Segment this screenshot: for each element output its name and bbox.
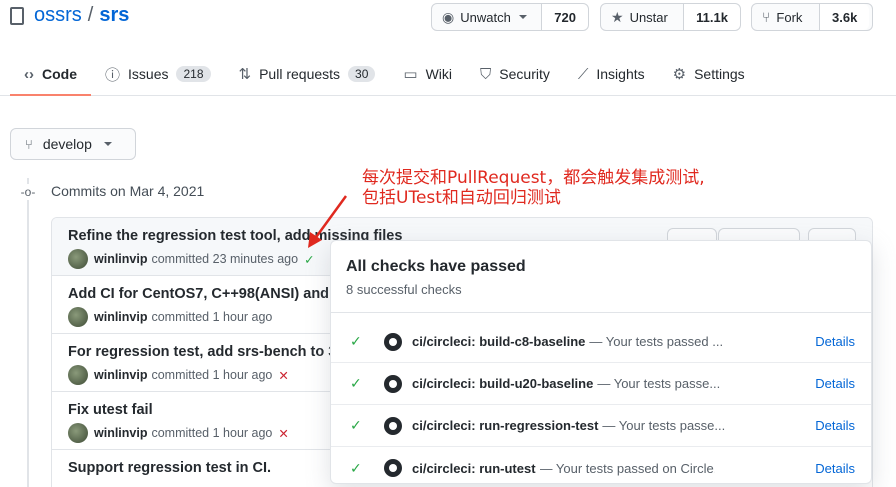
repo-separator: / [87,4,94,26]
check-details-link[interactable]: Details [815,418,855,433]
check-name: ci/circleci: run-regression-test [412,418,599,433]
chevron-down-icon [103,142,112,146]
check-details-link[interactable]: Details [815,461,855,476]
commit-author[interactable]: winlinvip [94,368,147,382]
popover-subtitle: 8 successful checks [346,282,462,297]
tab-label: Code [42,66,77,82]
star-icon: ★ [611,8,624,25]
fork-label: Fork [776,9,803,25]
gear-icon: ⚙ [672,66,687,83]
popover-title: All checks have passed [346,258,526,275]
stars-count[interactable]: 11.1k [684,4,740,30]
forks-count[interactable]: 3.6k [820,4,870,30]
branch-label: develop [42,136,92,152]
check-description: — Your tests passe... [602,418,726,433]
avatar[interactable] [68,365,88,385]
checks-popover: All checks have passed 8 successful chec… [330,240,872,484]
commits-date-heading: Commits on Mar 4, 2021 [51,183,205,199]
issues-counter: 218 [176,66,211,82]
check-item: ✓ ci/circleci: build-c8-baseline — Your … [331,321,871,363]
check-description: — Your tests passed on Circle... [539,460,715,476]
repo-header: ossrs / srs ◉ Unwatch 720 ★ Unstar 11.1k… [0,0,896,96]
commit-author[interactable]: winlinvip [94,310,147,324]
pull-requests-counter: 30 [348,66,376,82]
tab-wiki[interactable]: ▭ Wiki [389,52,466,96]
check-name: ci/circleci: build-c8-baseline [412,334,586,349]
circleci-icon [384,374,402,393]
tab-label: Issues [128,66,169,82]
fork-icon: ⑂ [762,9,771,25]
repo-tabs: ‹› Code ⓘ Issues 218 ⇅ Pull requests 30 … [10,52,759,96]
check-list: ✓ ci/circleci: build-c8-baseline — Your … [331,321,871,487]
x-icon[interactable]: ✕ [278,426,288,441]
tab-pull-requests[interactable]: ⇅ Pull requests 30 [225,52,390,96]
check-icon[interactable]: ✓ [304,252,314,267]
code-icon: ‹› [24,65,34,83]
repo-icon [10,6,24,25]
tab-security[interactable]: ⛉ Security [466,52,564,96]
circleci-icon [384,416,402,435]
commit-author[interactable]: winlinvip [94,252,147,266]
avatar[interactable] [68,423,88,443]
unstar-label: Unstar [629,9,668,25]
graph-icon: ⟋ [577,65,589,83]
pull-request-icon: ⇅ [238,66,252,83]
check-details-link[interactable]: Details [815,376,855,391]
fork-button[interactable]: ⑂ Fork [752,4,820,30]
eye-icon: ◉ [442,8,455,25]
fork-group: ⑂ Fork 3.6k [751,3,873,31]
check-description: — Your tests passed ... [589,334,724,349]
check-description: — Your tests passe... [597,376,721,391]
unwatch-label: Unwatch [460,9,511,25]
tab-issues[interactable]: ⓘ Issues 218 [91,52,225,96]
check-details-link[interactable]: Details [815,334,855,349]
check-icon: ✓ [350,459,362,476]
check-item: ✓ ci/circleci: build-u20-baseline — Your… [331,363,871,405]
circleci-icon [384,332,402,351]
book-icon: ▭ [403,66,418,83]
branch-icon: ⑂ [25,136,33,152]
unwatch-button[interactable]: ◉ Unwatch [432,4,543,30]
x-icon[interactable]: ✕ [278,368,288,383]
check-item: ✓ ci/circleci: run-utest — Your tests pa… [331,447,871,487]
commit-icon: -o- [20,184,36,200]
check-item: ✓ ci/circleci: run-regression-test — You… [331,405,871,447]
commit-time: committed 23 minutes ago [151,252,299,266]
star-group: ★ Unstar 11.1k [600,3,741,31]
tab-label: Insights [596,66,645,82]
tab-label: Pull requests [259,66,341,82]
check-icon: ✓ [350,417,362,433]
watch-group: ◉ Unwatch 720 [431,3,589,31]
tab-label: Security [499,66,550,82]
tab-settings[interactable]: ⚙ Settings [659,52,759,96]
avatar[interactable] [68,249,88,269]
branch-select-button[interactable]: ⑂ develop [10,128,136,160]
timeline-line [27,178,29,487]
repo-title: ossrs / srs [10,4,129,27]
commit-time: committed 1 hour ago [151,310,273,324]
tab-code[interactable]: ‹› Code [10,52,91,96]
watchers-count[interactable]: 720 [542,4,588,30]
repo-owner-link[interactable]: ossrs [34,4,82,27]
annotation-line-2: 包括UTest和自动回归测试 [362,188,561,208]
commit-time: committed 1 hour ago [151,368,273,382]
commit-time: committed 1 hour ago [151,426,273,440]
check-name: ci/circleci: run-utest [412,460,536,476]
annotation-text: 每次提交和PullRequest，都会触发集成测试, 包括UTest和自动回归测… [362,168,705,208]
tab-insights[interactable]: ⟋ Insights [564,52,659,96]
avatar[interactable] [68,307,88,327]
annotation-line-1: 每次提交和PullRequest，都会触发集成测试, [362,168,705,188]
check-icon: ✓ [350,333,362,349]
repo-name-link[interactable]: srs [99,4,129,27]
check-name: ci/circleci: build-u20-baseline [412,376,594,391]
circleci-icon [384,459,402,477]
issue-icon: ⓘ [105,66,121,84]
check-icon: ✓ [350,375,362,391]
commit-author[interactable]: winlinvip [94,426,147,440]
unstar-button[interactable]: ★ Unstar [601,4,685,30]
shield-icon: ⛉ [480,65,492,83]
tab-label: Wiki [425,66,453,82]
tab-label: Settings [694,66,745,82]
chevron-down-icon [518,15,527,19]
